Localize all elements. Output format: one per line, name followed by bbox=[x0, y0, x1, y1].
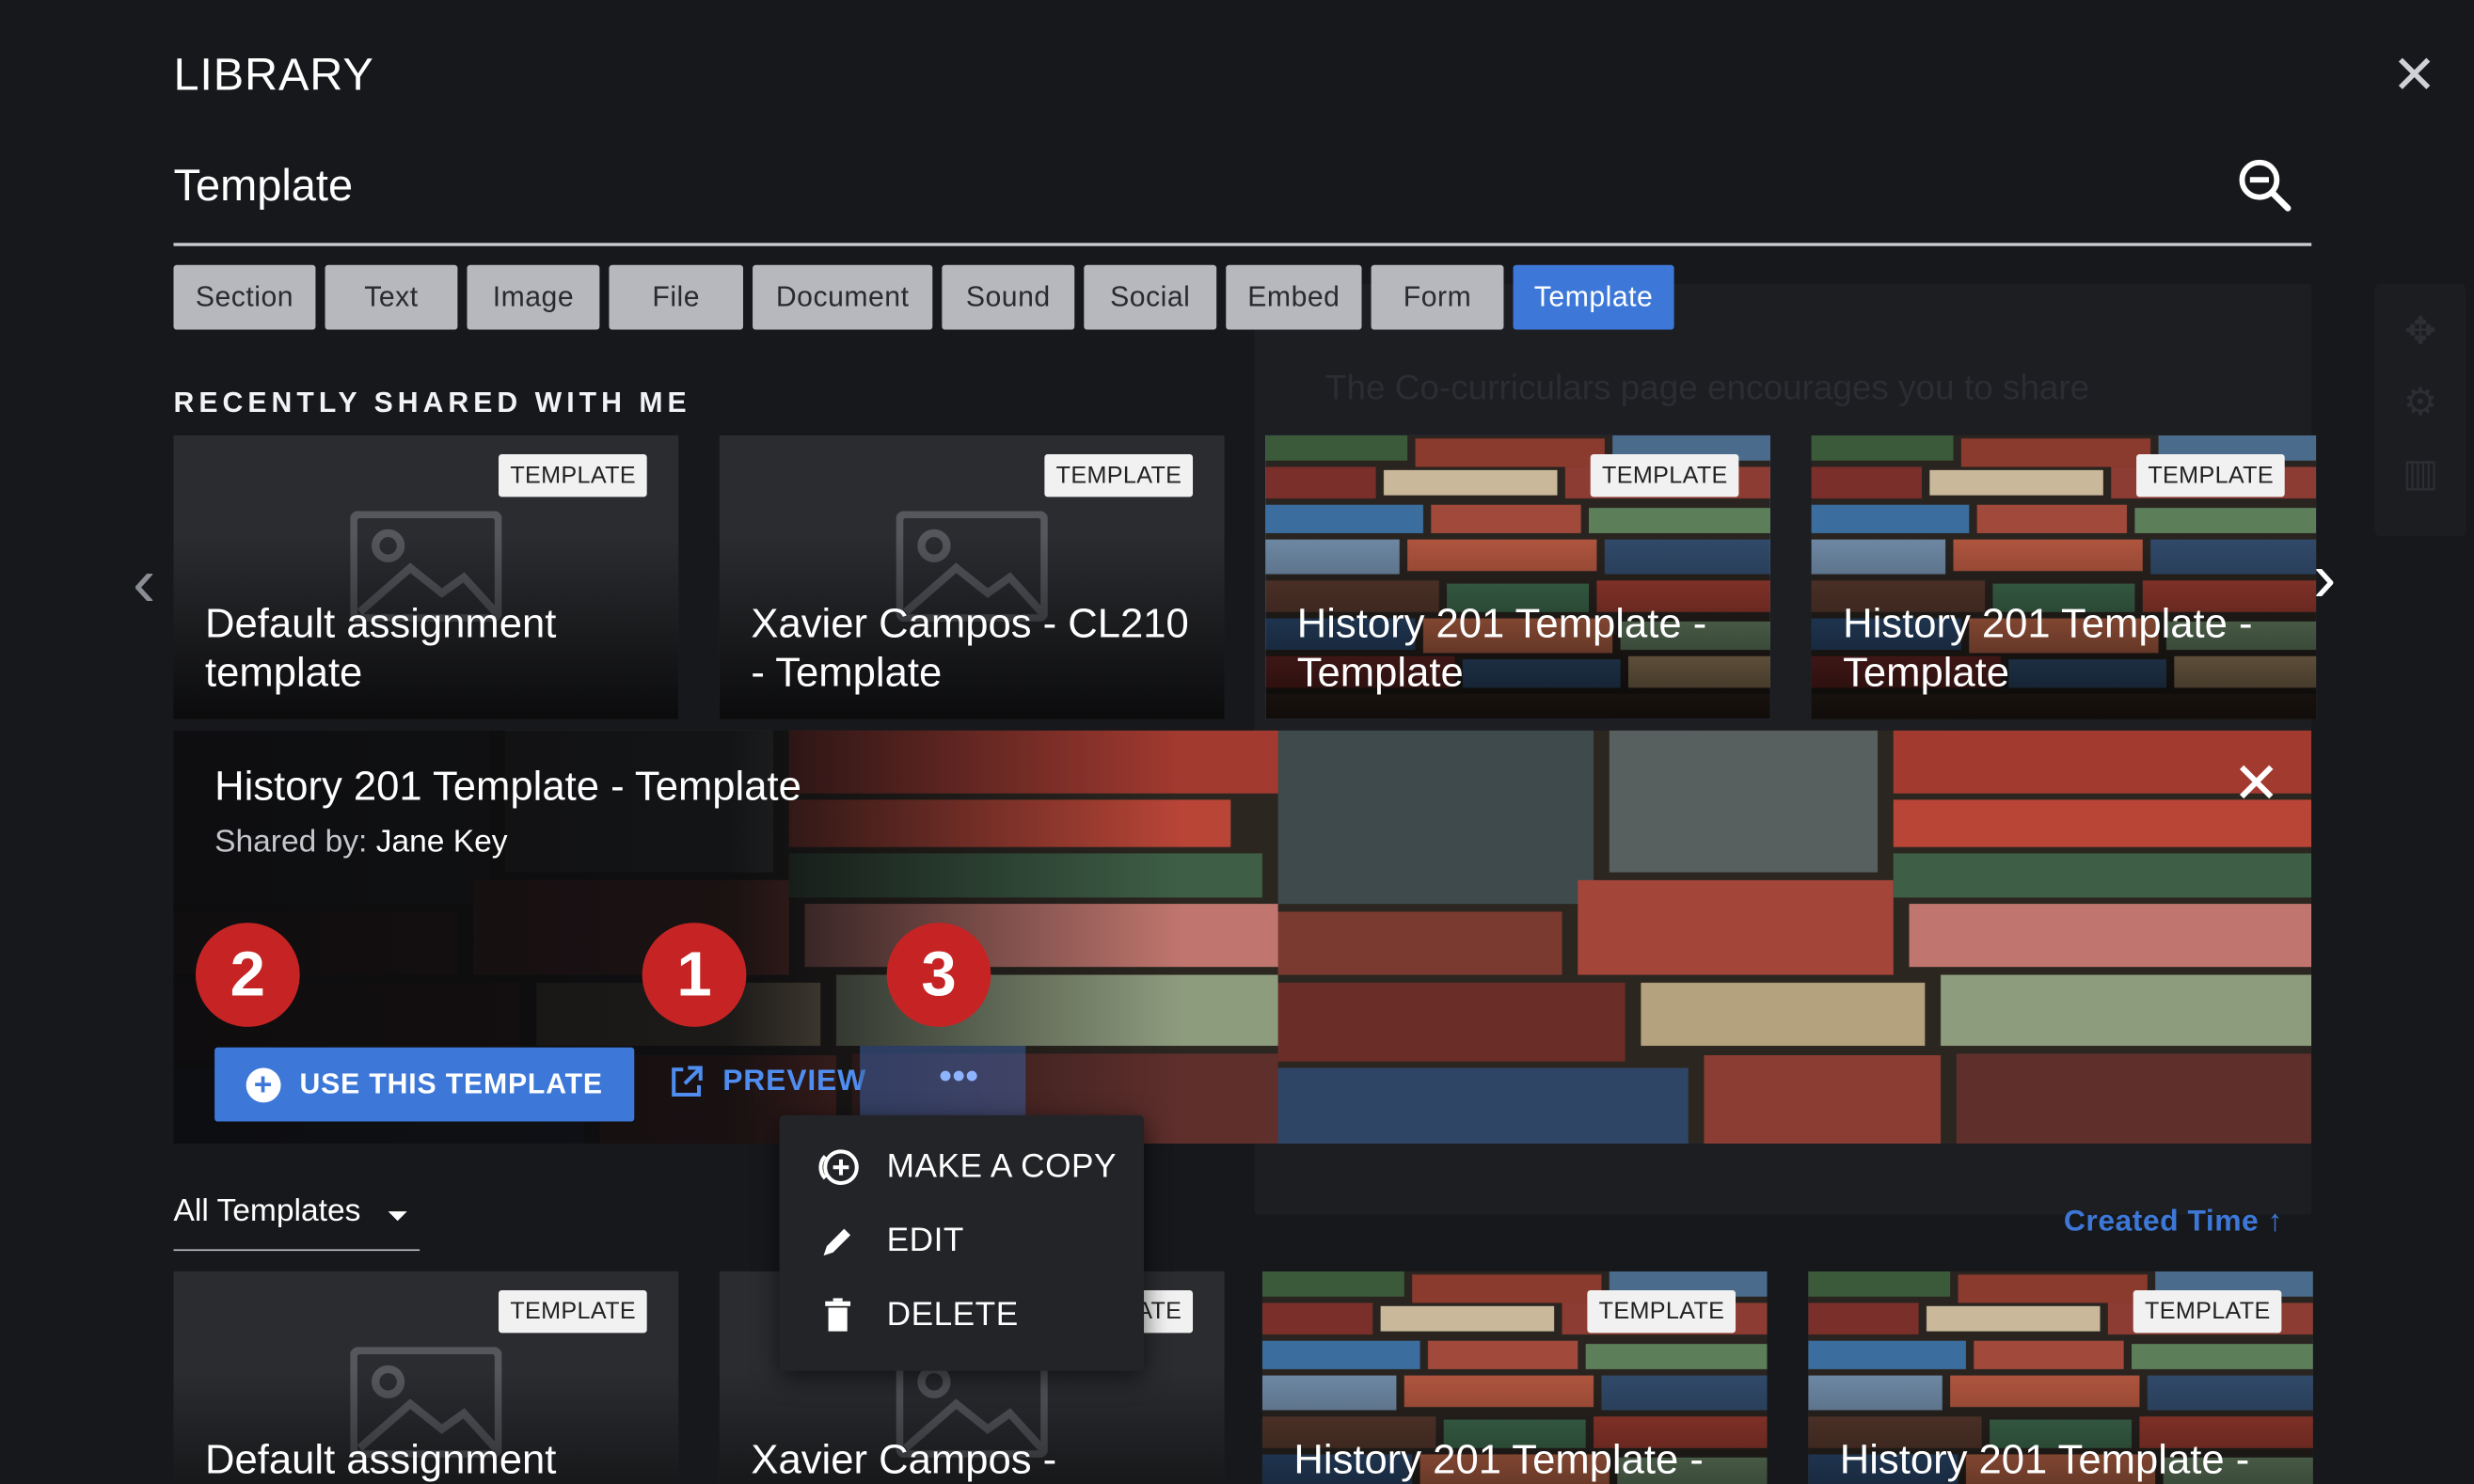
trash-icon bbox=[825, 1298, 851, 1332]
use-this-template-button[interactable]: + USE THIS TEMPLATE bbox=[214, 1047, 635, 1122]
background-toolbar: ✥ ⚙ ▥ bbox=[2374, 283, 2466, 537]
shared-by: Shared by: Jane Key bbox=[214, 825, 507, 861]
filter-image[interactable]: Image bbox=[467, 264, 600, 330]
step-marker-2: 2 bbox=[195, 923, 300, 1027]
pencil-icon bbox=[823, 1228, 851, 1256]
preview-button[interactable]: PREVIEW bbox=[669, 1065, 866, 1099]
filter-form[interactable]: Form bbox=[1371, 264, 1504, 330]
template-badge: TEMPLATE bbox=[1587, 1290, 1737, 1334]
menu-item-label: MAKE A COPY bbox=[886, 1148, 1118, 1185]
template-badge: TEMPLATE bbox=[2133, 1290, 2282, 1334]
card-title: Xavier Campos - bbox=[751, 1435, 1057, 1483]
template-badge: TEMPLATE bbox=[1591, 454, 1739, 497]
filter-document[interactable]: Document bbox=[753, 264, 933, 330]
card-title: Default assignment bbox=[205, 1435, 557, 1483]
card-title: History 201 Template - Template bbox=[1296, 599, 1707, 696]
menu-item-label: DELETE bbox=[886, 1296, 1019, 1334]
template-card[interactable]: TEMPLATE Default assignment template bbox=[173, 434, 679, 719]
chevron-left-icon[interactable]: ‹ bbox=[133, 548, 156, 619]
filter-embed[interactable]: Embed bbox=[1226, 264, 1362, 330]
library-title: LIBRARY bbox=[173, 50, 374, 102]
detail-title: History 201 Template - Template bbox=[214, 762, 801, 810]
search-bar bbox=[173, 151, 2312, 246]
template-badge: TEMPLATE bbox=[499, 1290, 647, 1334]
use-template-label: USE THIS TEMPLATE bbox=[299, 1067, 603, 1100]
zoom-out-search-icon[interactable] bbox=[2236, 156, 2292, 213]
template-badge: TEMPLATE bbox=[499, 454, 647, 497]
dropdown-label: All Templates bbox=[173, 1193, 361, 1229]
template-card[interactable]: TEMPLATE History 201 Template - bbox=[1261, 1271, 1768, 1484]
card-title: Default assignment template bbox=[205, 599, 557, 696]
filter-section[interactable]: Section bbox=[173, 264, 316, 330]
menu-item-delete[interactable]: DELETE bbox=[780, 1279, 1144, 1351]
plus-circle-icon: + bbox=[246, 1066, 281, 1102]
filter-text[interactable]: Text bbox=[325, 264, 458, 330]
card-title: History 201 Template - Template bbox=[1843, 599, 2253, 696]
card-title: History 201 Template - bbox=[1839, 1435, 2250, 1483]
step-marker-3: 3 bbox=[886, 923, 991, 1027]
recently-shared-heading: RECENTLY SHARED WITH ME bbox=[173, 386, 691, 418]
filter-chips: Section Text Image File Document Sound S… bbox=[173, 264, 1674, 330]
copy-add-icon bbox=[818, 1149, 859, 1185]
card-title: Xavier Campos - CL210 - Template bbox=[751, 599, 1189, 696]
template-scope-dropdown[interactable]: All Templates bbox=[173, 1193, 420, 1252]
shared-by-label: Shared by: bbox=[214, 825, 368, 860]
more-options-button[interactable]: ••• bbox=[860, 1046, 1026, 1122]
chevron-right-icon[interactable]: › bbox=[2313, 544, 2337, 614]
template-card[interactable]: TEMPLATE History 201 Template - bbox=[1808, 1271, 2313, 1484]
search-input[interactable] bbox=[173, 151, 2194, 221]
menu-item-make-copy[interactable]: MAKE A COPY bbox=[780, 1131, 1144, 1204]
menu-item-label: EDIT bbox=[886, 1222, 964, 1259]
template-badge: TEMPLATE bbox=[1044, 454, 1194, 497]
filter-sound[interactable]: Sound bbox=[942, 264, 1075, 330]
gear-icon: ⚙ bbox=[2403, 381, 2438, 425]
filter-file[interactable]: File bbox=[609, 264, 744, 330]
template-card-selected[interactable]: TEMPLATE History 201 Template - Template bbox=[1265, 434, 1770, 719]
template-card[interactable]: TEMPLATE Xavier Campos - CL210 - Templat… bbox=[719, 434, 1225, 719]
sort-label: Created Time bbox=[2063, 1205, 2260, 1239]
background-text: The Co-curriculars page encourages you t… bbox=[1324, 367, 2090, 407]
move-icon: ✥ bbox=[2404, 310, 2436, 354]
caret-down-icon bbox=[388, 1211, 407, 1222]
sort-created-time[interactable]: Created Time ↑ bbox=[2064, 1205, 2283, 1239]
step-marker-1: 1 bbox=[642, 923, 747, 1027]
shared-by-name: Jane Key bbox=[375, 825, 508, 860]
filter-social[interactable]: Social bbox=[1084, 264, 1217, 330]
template-badge: TEMPLATE bbox=[2136, 454, 2285, 497]
card-title: History 201 Template - bbox=[1293, 1435, 1704, 1483]
template-card[interactable]: TEMPLATE Default assignment bbox=[173, 1271, 679, 1484]
trash-icon: ▥ bbox=[2402, 452, 2439, 496]
arrow-up-icon: ↑ bbox=[2267, 1205, 2284, 1239]
filter-template[interactable]: Template bbox=[1513, 264, 1674, 330]
preview-label: PREVIEW bbox=[722, 1065, 867, 1098]
template-detail-panel: History 201 Template - Template Shared b… bbox=[173, 730, 2312, 1145]
open-external-icon bbox=[672, 1066, 703, 1097]
template-card[interactable]: TEMPLATE History 201 Template - Template bbox=[1811, 434, 2317, 719]
close-icon[interactable]: ✕ bbox=[2392, 49, 2437, 103]
menu-item-edit[interactable]: EDIT bbox=[780, 1205, 1144, 1277]
close-detail-icon[interactable]: ✕ bbox=[2232, 755, 2280, 812]
more-options-menu: MAKE A COPY EDIT DELETE bbox=[779, 1114, 1145, 1371]
